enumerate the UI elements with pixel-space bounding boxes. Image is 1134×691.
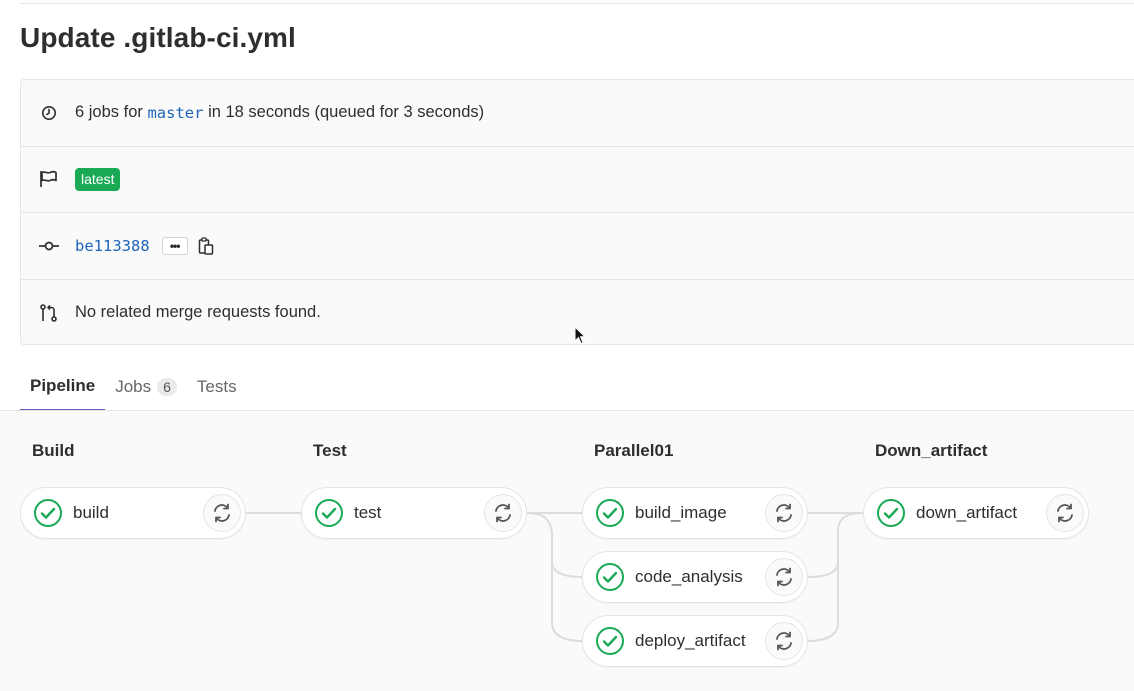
- mouse-cursor-icon: [574, 326, 587, 345]
- retry-icon[interactable]: [484, 494, 522, 532]
- clipboard-icon[interactable]: [198, 237, 214, 255]
- retry-icon[interactable]: [765, 622, 803, 660]
- job-name: down_artifact: [916, 503, 1018, 522]
- job-build[interactable]: build: [20, 487, 246, 539]
- tab-pipeline[interactable]: Pipeline: [20, 362, 106, 411]
- page-title: Update .gitlab-ci.yml: [20, 22, 296, 53]
- job-name: build_image: [635, 503, 727, 522]
- job-name: deploy_artifact: [635, 631, 746, 650]
- status-success-icon: [876, 498, 906, 528]
- status-success-icon: [314, 498, 344, 528]
- status-success-icon: [595, 626, 625, 656]
- connector-deploy-artifact-down: [807, 561, 839, 642]
- tab-tests[interactable]: Tests: [187, 362, 247, 411]
- retry-icon[interactable]: [765, 494, 803, 532]
- pipeline-info-card: 6 jobs for master in 18 seconds (queued …: [20, 79, 1134, 345]
- latest-badge: latest: [75, 167, 121, 191]
- stage-title-parallel01: Parallel01: [594, 441, 674, 460]
- job-name: code_analysis: [635, 567, 743, 586]
- tab-jobs[interactable]: Jobs 6: [105, 362, 187, 411]
- tab-pipeline-label: Pipeline: [30, 375, 96, 395]
- tab-jobs-label: Jobs: [115, 376, 152, 396]
- connector-test-deploy-artifact: [551, 561, 584, 642]
- status-success-icon: [595, 562, 625, 592]
- job-build-image[interactable]: build_image: [582, 487, 808, 539]
- job-deploy-artifact[interactable]: deploy_artifact: [582, 615, 808, 667]
- jobs-count-badge: 6: [157, 377, 177, 396]
- clock-icon: [39, 103, 59, 123]
- pipeline-graph: Build Test Parallel01 Down_artifact buil…: [0, 411, 1134, 691]
- stage-title-test: Test: [313, 441, 347, 460]
- connector-code-analysis-down: [807, 512, 865, 578]
- badge-row: latest: [21, 147, 1134, 213]
- commit-row: be113388 •••: [21, 213, 1134, 280]
- job-test[interactable]: test: [301, 487, 527, 539]
- branch-link[interactable]: master: [147, 104, 203, 122]
- job-code-analysis[interactable]: code_analysis: [582, 551, 808, 603]
- merge-request-icon: [39, 303, 59, 323]
- stage-title-down-artifact: Down_artifact: [875, 441, 988, 460]
- status-success-icon: [33, 498, 63, 528]
- commit-icon: [39, 236, 59, 256]
- tab-tests-label: Tests: [196, 376, 237, 396]
- jobs-prefix: 6 jobs for: [75, 103, 143, 122]
- toggle-commit-description-button[interactable]: •••: [161, 236, 188, 255]
- flag-icon: [39, 169, 59, 189]
- retry-icon[interactable]: [765, 558, 803, 596]
- job-name: test: [354, 503, 382, 522]
- job-down-artifact[interactable]: down_artifact: [863, 487, 1089, 539]
- top-divider: [20, 0, 1134, 4]
- retry-icon[interactable]: [203, 494, 241, 532]
- status-success-icon: [595, 498, 625, 528]
- jobs-duration: in 18 seconds (queued for 3 seconds): [208, 103, 485, 122]
- merge-requests-text: No related merge requests found.: [75, 303, 321, 322]
- connector-test-code-analysis: [526, 512, 584, 578]
- duration-row: 6 jobs for master in 18 seconds (queued …: [21, 80, 1134, 147]
- job-name: build: [73, 503, 109, 522]
- stage-title-build: Build: [32, 441, 75, 460]
- pipeline-tabs: Pipeline Jobs 6 Tests: [20, 362, 247, 412]
- retry-icon[interactable]: [1046, 494, 1084, 532]
- commit-sha-link[interactable]: be113388: [75, 237, 150, 255]
